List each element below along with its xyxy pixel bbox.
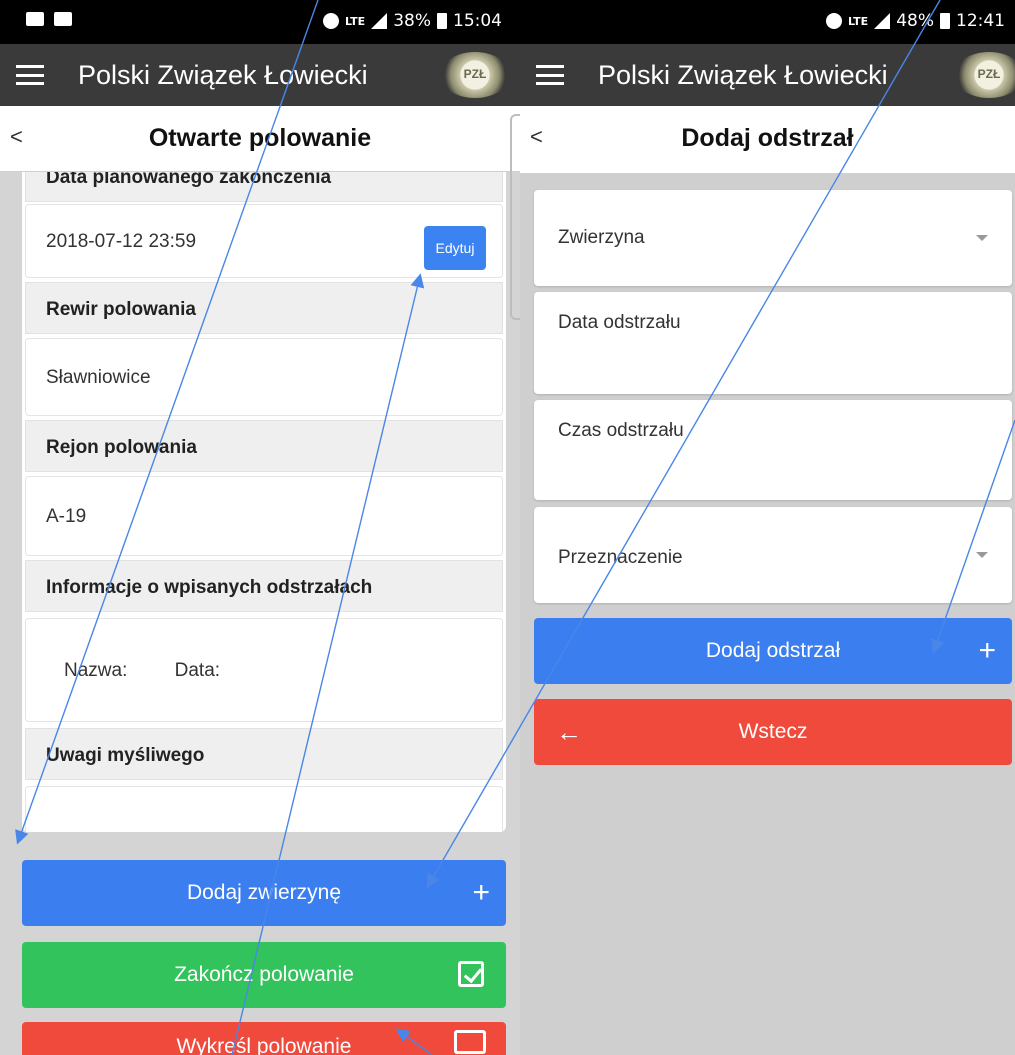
status-bar: LTE 38% 15:04	[0, 0, 520, 44]
page-header: < Dodaj odstrzał	[520, 106, 1015, 174]
row-label: Informacje o wpisanych odstrzałach	[25, 560, 503, 612]
row-value: Sławniowice	[25, 338, 503, 416]
network-type: LTE	[344, 14, 366, 28]
page-title: Dodaj odstrzał	[681, 124, 854, 152]
column-name: Nazwa:	[64, 660, 128, 681]
right-screen: LTE 48% 12:41 Polski Związek Łowiecki PZ…	[520, 0, 1015, 1055]
back-label: Wstecz	[738, 720, 808, 743]
status-bar: LTE 48% 12:41	[520, 0, 1015, 44]
page-header: < Otwarte polowanie	[0, 106, 520, 172]
row-value: A-19	[25, 476, 503, 556]
backspace-icon	[454, 1030, 486, 1054]
scrollbar[interactable]	[510, 114, 520, 320]
cancel-hunt-button[interactable]: Wykreśl polowanie	[22, 1022, 506, 1055]
back-button[interactable]: ← Wstecz	[534, 699, 1012, 765]
app-title: Polski Związek Łowiecki	[598, 60, 888, 90]
add-animal-label: Dodaj zwierzynę	[186, 881, 342, 904]
row-label: Rejon polowania	[25, 420, 503, 472]
game-select-label: Zwierzyna	[558, 227, 645, 248]
app-title: Polski Związek Łowiecki	[78, 60, 368, 90]
arrow-left-icon: ←	[556, 717, 582, 747]
shot-time-field[interactable]: Czas odstrzału	[534, 400, 1012, 500]
clock: 12:41	[956, 11, 1005, 31]
purpose-select-label: Przeznaczenie	[558, 547, 683, 568]
row-label: Rewir polowania	[25, 282, 503, 334]
battery-percent: 48%	[896, 11, 934, 31]
pzl-logo: PZŁ	[440, 52, 510, 98]
cancel-hunt-label: Wykreśl polowanie	[176, 1035, 352, 1055]
end-date-label: Data planowanego zakończenia	[25, 172, 503, 202]
alarm-icon	[322, 13, 339, 29]
plus-icon: +	[472, 876, 490, 909]
hunter-notes-value	[25, 786, 503, 832]
hunt-details-panel[interactable]: Data planowanego zakończenia 2018-07-12 …	[22, 172, 506, 832]
shots-table: Nazwa: Data:	[25, 618, 503, 722]
signal-icon	[371, 13, 388, 29]
left-screen: LTE 38% 15:04 Polski Związek Łowiecki PZ…	[0, 0, 520, 1055]
message-notification-icon	[54, 12, 72, 26]
shot-date-field[interactable]: Data odstrzału	[534, 292, 1012, 394]
hamburger-icon[interactable]	[16, 65, 44, 85]
add-shot-button[interactable]: Dodaj odstrzał +	[534, 618, 1012, 684]
column-date: Data:	[174, 660, 221, 681]
finish-hunt-button[interactable]: Zakończ polowanie	[22, 942, 506, 1008]
battery-icon	[437, 13, 447, 29]
shot-time-label: Czas odstrzału	[558, 420, 684, 441]
checkbox-icon	[458, 961, 484, 987]
plus-icon: +	[978, 634, 996, 667]
edit-button[interactable]: Edytuj	[424, 226, 486, 270]
battery-icon	[940, 13, 950, 29]
alarm-icon	[825, 13, 842, 29]
game-select[interactable]: Zwierzyna	[534, 190, 1012, 286]
add-animal-button[interactable]: Dodaj zwierzynę +	[22, 860, 506, 926]
gallery-notification-icon	[26, 12, 44, 26]
app-bar: Polski Związek Łowiecki PZŁ	[520, 44, 1015, 106]
row-label: Uwagi myśliwego	[25, 728, 503, 780]
app-bar: Polski Związek Łowiecki PZŁ	[0, 44, 520, 106]
signal-icon	[874, 13, 891, 29]
caret-down-icon	[976, 235, 988, 241]
page-title: Otwarte polowanie	[148, 124, 372, 152]
purpose-select[interactable]: Przeznaczenie	[534, 507, 1012, 603]
pzl-logo: PZŁ	[954, 52, 1015, 98]
hamburger-icon[interactable]	[536, 65, 564, 85]
add-shot-label: Dodaj odstrzał	[705, 639, 841, 662]
caret-down-icon	[976, 552, 988, 558]
shot-date-label: Data odstrzału	[558, 312, 681, 333]
battery-percent: 38%	[393, 11, 431, 31]
network-type: LTE	[847, 14, 869, 28]
clock: 15:04	[453, 11, 502, 31]
finish-hunt-label: Zakończ polowanie	[174, 963, 354, 986]
